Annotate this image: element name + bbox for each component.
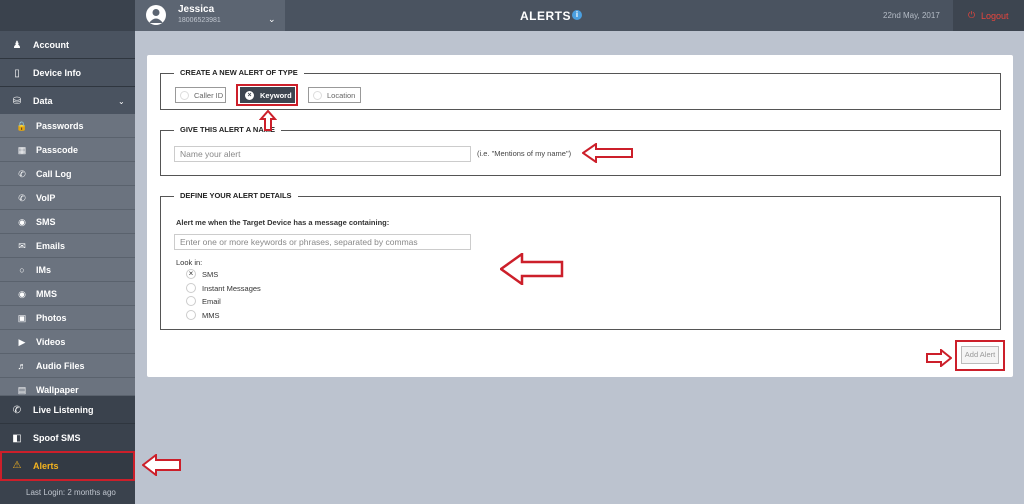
- spoof-icon: ◧: [12, 433, 22, 444]
- highlight-box: [236, 84, 298, 106]
- sidebar-item-ims[interactable]: ○ IMs: [0, 258, 135, 282]
- look-in-label: Look in:: [176, 258, 203, 267]
- add-alert-button[interactable]: Add Alert: [961, 346, 999, 364]
- checked-x-icon: ×: [186, 269, 196, 279]
- arrow-up-icon: [259, 110, 277, 131]
- type-label: Caller ID: [194, 91, 224, 100]
- option-label: MMS: [202, 311, 220, 320]
- logout-button[interactable]: ⏻ Logout: [953, 0, 1024, 31]
- option-label: SMS: [202, 270, 219, 279]
- sidebar-item-mms[interactable]: ◉ MMS: [0, 282, 135, 306]
- im-icon: ○: [19, 265, 25, 275]
- sidebar-item-label: Videos: [36, 337, 66, 347]
- info-icon[interactable]: i: [572, 10, 582, 20]
- top-bar: Jessica 18006523981 ⌄ ALERTS i 22nd May,…: [0, 0, 1024, 31]
- sidebar-item-voip[interactable]: ✆ VoIP: [0, 186, 135, 210]
- keywords-input[interactable]: [174, 234, 471, 250]
- sidebar-item-passcode[interactable]: ▦ Passcode: [0, 138, 135, 162]
- alert-name-hint: (i.e. "Mentions of my name"): [477, 149, 572, 158]
- sidebar-item-label: Wallpaper: [36, 385, 79, 395]
- sidebar-item-label: IMs: [36, 265, 52, 275]
- sidebar-item-account[interactable]: ♟ Account: [0, 31, 135, 59]
- type-caller-id-button[interactable]: Caller ID: [175, 87, 226, 103]
- sidebar-item-videos[interactable]: ▶ Videos: [0, 330, 135, 354]
- radio-icon: [186, 296, 196, 306]
- user-name: Jessica: [178, 4, 215, 15]
- sidebar-item-label: Account: [33, 40, 69, 50]
- last-login: Last Login: 2 months ago: [26, 488, 116, 497]
- sidebar-item-data[interactable]: ⛁ Data ⌄: [0, 87, 135, 115]
- alert-name-input[interactable]: [174, 146, 471, 162]
- type-location-button[interactable]: Location: [308, 87, 361, 103]
- sidebar-item-spoof-sms[interactable]: ◧ Spoof SMS: [0, 424, 135, 452]
- mms-icon: ◉: [18, 289, 26, 299]
- type-label: Location: [327, 91, 356, 100]
- sidebar-item-label: Alerts: [33, 461, 59, 471]
- alert-details-section: DEFINE YOUR ALERT DETAILS: [160, 191, 1001, 330]
- sidebar-item-label: Spoof SMS: [33, 433, 81, 443]
- keypad-icon: ▦: [17, 145, 27, 155]
- image-icon: ▤: [17, 385, 27, 395]
- section-legend: CREATE A NEW ALERT OF TYPE: [174, 68, 304, 77]
- avatar-icon: [146, 5, 166, 25]
- sidebar-item-label: Passcode: [36, 145, 79, 155]
- radio-icon: [186, 310, 196, 320]
- live-call-icon: ✆: [12, 405, 22, 416]
- arrow-left-icon: [500, 253, 564, 285]
- sidebar-item-label: Live Listening: [33, 405, 94, 415]
- envelope-icon: ✉: [18, 241, 26, 251]
- radio-icon: [313, 91, 322, 100]
- radio-icon: [186, 283, 196, 293]
- sidebar-item-label: MMS: [36, 289, 57, 299]
- sidebar-item-passwords[interactable]: 🔒 Passwords: [0, 114, 135, 138]
- option-label: Email: [202, 297, 221, 306]
- chevron-down-icon: ⌄: [118, 97, 125, 106]
- arrow-left-icon: [142, 454, 181, 476]
- chevron-down-icon[interactable]: ⌄: [268, 15, 276, 24]
- sidebar-item-audio-files[interactable]: ♬ Audio Files: [0, 354, 135, 378]
- sidebar-item-label: Call Log: [36, 169, 72, 179]
- radio-icon: [180, 91, 189, 100]
- sidebar-item-call-log[interactable]: ✆ Call Log: [0, 162, 135, 186]
- section-legend: DEFINE YOUR ALERT DETAILS: [174, 191, 298, 200]
- call-icon: ✆: [18, 169, 26, 179]
- power-icon: ⏻: [968, 10, 976, 20]
- warning-icon: ⚠: [12, 460, 22, 471]
- sidebar-item-sms[interactable]: ◉ SMS: [0, 210, 135, 234]
- chat-bubble-icon: ◉: [18, 217, 26, 227]
- current-date: 22nd May, 2017: [883, 11, 940, 20]
- sidebar-item-alerts[interactable]: ⚠ Alerts: [0, 451, 135, 481]
- sidebar-item-label: Passwords: [36, 121, 84, 131]
- user-icon: ♟: [12, 40, 22, 51]
- user-switcher[interactable]: Jessica 18006523981 ⌄: [135, 0, 285, 31]
- speaker-icon: ♬: [17, 361, 27, 371]
- voip-icon: ✆: [18, 193, 26, 203]
- camera-icon: ▣: [17, 313, 27, 323]
- sidebar-item-device-info[interactable]: ▯ Device Info: [0, 59, 135, 87]
- sidebar-item-wallpaper[interactable]: ▤ Wallpaper: [0, 378, 135, 396]
- sidebar-item-label: Photos: [36, 313, 67, 323]
- sidebar-item-label: SMS: [36, 217, 56, 227]
- video-icon: ▶: [18, 337, 26, 347]
- user-phone: 18006523981: [178, 17, 221, 24]
- sidebar-item-label: Emails: [36, 241, 66, 251]
- page-title: ALERTS: [520, 9, 571, 23]
- arrow-left-icon: [582, 143, 633, 163]
- logout-label: Logout: [981, 11, 1009, 21]
- lock-icon: 🔒: [16, 121, 28, 131]
- sidebar: ♟ Account ▯ Device Info ⛁ Data ⌄ 🔒 Passw…: [0, 0, 135, 504]
- sidebar-item-photos[interactable]: ▣ Photos: [0, 306, 135, 330]
- database-icon: ⛁: [12, 96, 22, 107]
- keywords-prompt: Alert me when the Target Device has a me…: [176, 218, 390, 227]
- sidebar-item-label: Audio Files: [36, 361, 85, 371]
- sidebar-item-label: Device Info: [33, 68, 82, 78]
- sidebar-item-label: VoIP: [36, 193, 56, 203]
- option-label: Instant Messages: [202, 284, 261, 293]
- sidebar-item-live-listening[interactable]: ✆ Live Listening: [0, 396, 135, 424]
- sidebar-item-label: Data: [33, 96, 53, 106]
- sidebar-item-emails[interactable]: ✉ Emails: [0, 234, 135, 258]
- arrow-right-icon: [926, 349, 952, 367]
- phone-icon: ▯: [14, 68, 20, 79]
